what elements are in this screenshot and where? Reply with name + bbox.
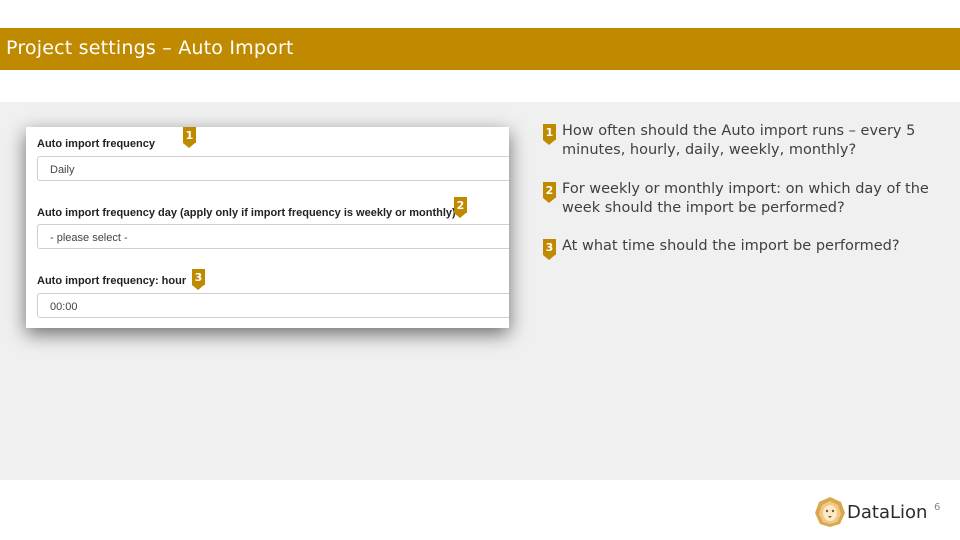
note-marker-3: 3 [543, 239, 556, 260]
lion-head-icon [815, 497, 845, 527]
marker-1: 1 [183, 127, 196, 148]
auto-import-frequency-label: Auto import frequency [37, 138, 155, 150]
title-bar: Project settings – Auto Import [0, 28, 960, 70]
marker-3: 3 [192, 269, 205, 290]
auto-import-frequency-hour-label: Auto import frequency: hour [37, 275, 187, 287]
logo-text: DataLion [847, 502, 928, 523]
auto-import-frequency-day-label: Auto import frequency day (apply only if… [37, 207, 456, 219]
marker-2: 2 [454, 197, 467, 218]
page-number: 6 [934, 502, 941, 513]
auto-import-frequency-day-select[interactable]: - please select - [37, 224, 509, 249]
note-marker-2: 2 [543, 182, 556, 203]
note-marker-1: 1 [543, 124, 556, 145]
slide-title: Project settings – Auto Import [6, 37, 294, 59]
auto-import-frequency-hour-input[interactable]: 00:00 [37, 293, 509, 318]
note-text-3: At what time should the import be perfor… [562, 238, 900, 254]
auto-import-frequency-select[interactable]: Daily [37, 156, 509, 181]
note-text-2: For weekly or monthly import: on which d… [562, 181, 929, 216]
note-text-1: How often should the Auto import runs – … [562, 123, 916, 158]
datalion-logo: DataLion [814, 496, 934, 528]
auto-import-settings-form: Auto import frequency 1 Daily Auto impor… [26, 127, 509, 328]
